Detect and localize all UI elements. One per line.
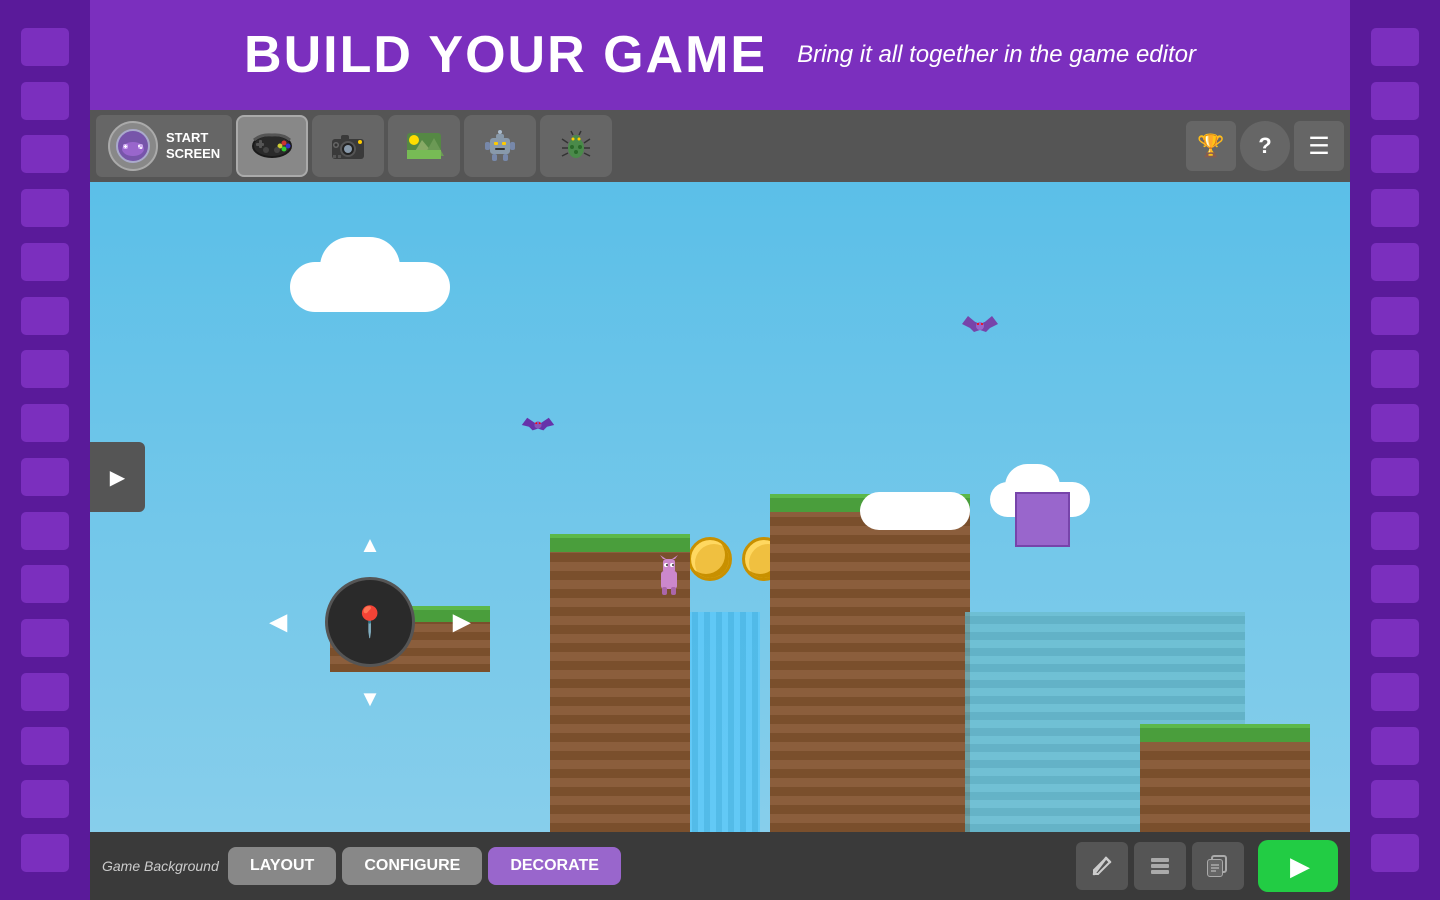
layers-icon <box>1148 854 1172 878</box>
film-hole <box>1371 28 1419 66</box>
film-hole <box>21 189 69 227</box>
trophy-button[interactable]: 🏆 <box>1186 121 1236 171</box>
page-title: BUILD YoUR GAME <box>244 25 767 85</box>
film-hole <box>1371 565 1419 603</box>
enemy-bat-1 <box>960 312 1000 347</box>
help-button[interactable]: ? <box>1240 121 1290 171</box>
film-hole <box>1371 458 1419 496</box>
landscape-icon <box>404 130 444 162</box>
film-hole <box>21 727 69 765</box>
nav-arrow-down[interactable]: ▼ <box>359 686 381 712</box>
coin-3 <box>688 537 732 581</box>
tab-gamepad[interactable] <box>236 115 308 177</box>
bottom-toolbar: Game Background LAYOUT CONFIGURE DECORat… <box>90 832 1350 900</box>
tab-landscape[interactable] <box>388 115 460 177</box>
player-character <box>655 555 683 602</box>
film-strip-left <box>0 0 90 900</box>
film-hole <box>1371 189 1419 227</box>
start-screen-label: START SCREEN <box>166 130 220 161</box>
film-hole <box>1371 619 1419 657</box>
film-hole <box>21 619 69 657</box>
bug-icon <box>558 128 594 164</box>
film-hole <box>1371 780 1419 818</box>
film-hole <box>1371 834 1419 872</box>
tab-camera[interactable] <box>312 115 384 177</box>
play-icon: ▶ <box>1290 851 1310 882</box>
film-hole <box>1371 673 1419 711</box>
pencil-tool-button[interactable] <box>1076 842 1128 890</box>
purple-block <box>1015 492 1070 547</box>
layers-button[interactable] <box>1134 842 1186 890</box>
gamepad-icon <box>250 130 294 162</box>
film-hole <box>21 458 69 496</box>
copy-button[interactable] <box>1192 842 1244 890</box>
robot-icon <box>482 128 518 164</box>
film-hole <box>21 82 69 120</box>
film-hole <box>21 834 69 872</box>
film-hole <box>1371 82 1419 120</box>
film-hole <box>21 28 69 66</box>
film-hole <box>21 297 69 335</box>
nav-center: 📍 <box>325 577 415 667</box>
avatar <box>108 121 158 171</box>
enemy-bat-2 <box>520 412 556 445</box>
bat-sprite-2 <box>520 412 556 438</box>
menu-button[interactable]: ☰ <box>1294 121 1344 171</box>
panel-expand-button[interactable]: ▶ <box>90 442 145 512</box>
nav-arrow-right[interactable]: ▶ <box>453 609 470 635</box>
tab-robot[interactable] <box>464 115 536 177</box>
background-label: Game Background <box>102 858 222 874</box>
nav-arrow-up[interactable]: ▲ <box>359 532 381 558</box>
film-hole <box>1371 243 1419 281</box>
controller-avatar-icon <box>116 129 150 163</box>
configure-button[interactable]: CONFIGURE <box>342 847 482 885</box>
layout-button[interactable]: LAYOUT <box>228 847 336 885</box>
film-strip-right <box>1350 0 1440 900</box>
film-hole <box>21 350 69 388</box>
cloud-1 <box>290 262 450 312</box>
bat-sprite <box>960 312 1000 340</box>
platform-tall-right <box>770 494 970 832</box>
play-button[interactable]: ▶ <box>1258 840 1338 892</box>
film-hole <box>21 243 69 281</box>
film-hole <box>1371 404 1419 442</box>
decorate-button[interactable]: DECORate <box>488 847 621 885</box>
nav-arrow-left[interactable]: ◀ <box>270 609 287 635</box>
tab-bug[interactable] <box>540 115 612 177</box>
character-sprite <box>655 555 683 595</box>
platform-far-right <box>1140 724 1310 832</box>
navigation-widget[interactable]: ▲ ▼ ◀ ▶ 📍 <box>270 532 470 712</box>
start-screen-button[interactable]: START SCREEN <box>96 115 232 177</box>
camera-icon <box>328 130 368 162</box>
map-pin-icon: 📍 <box>351 605 388 640</box>
film-hole <box>1371 297 1419 335</box>
chevron-right-icon: ▶ <box>110 465 125 490</box>
film-hole <box>21 404 69 442</box>
film-hole <box>1371 727 1419 765</box>
film-hole <box>21 512 69 550</box>
pencil-icon <box>1090 854 1114 878</box>
film-hole <box>1371 135 1419 173</box>
copy-icon <box>1206 854 1230 878</box>
header: BUILD YoUR GAME Bring it all together in… <box>90 0 1350 110</box>
film-hole <box>21 135 69 173</box>
film-hole <box>21 565 69 603</box>
film-hole <box>1371 512 1419 550</box>
film-hole <box>21 673 69 711</box>
film-hole <box>21 780 69 818</box>
waterfall <box>680 612 760 832</box>
film-hole <box>1371 350 1419 388</box>
game-editor: START SCREEN <box>90 110 1350 900</box>
game-canvas: ▲ ▼ ◀ ▶ 📍 ▶ <box>90 182 1350 832</box>
toolbar: START SCREEN <box>90 110 1350 182</box>
cloud-3 <box>860 492 970 530</box>
page-subtitle: Bring it all together in the game editor <box>797 41 1196 69</box>
